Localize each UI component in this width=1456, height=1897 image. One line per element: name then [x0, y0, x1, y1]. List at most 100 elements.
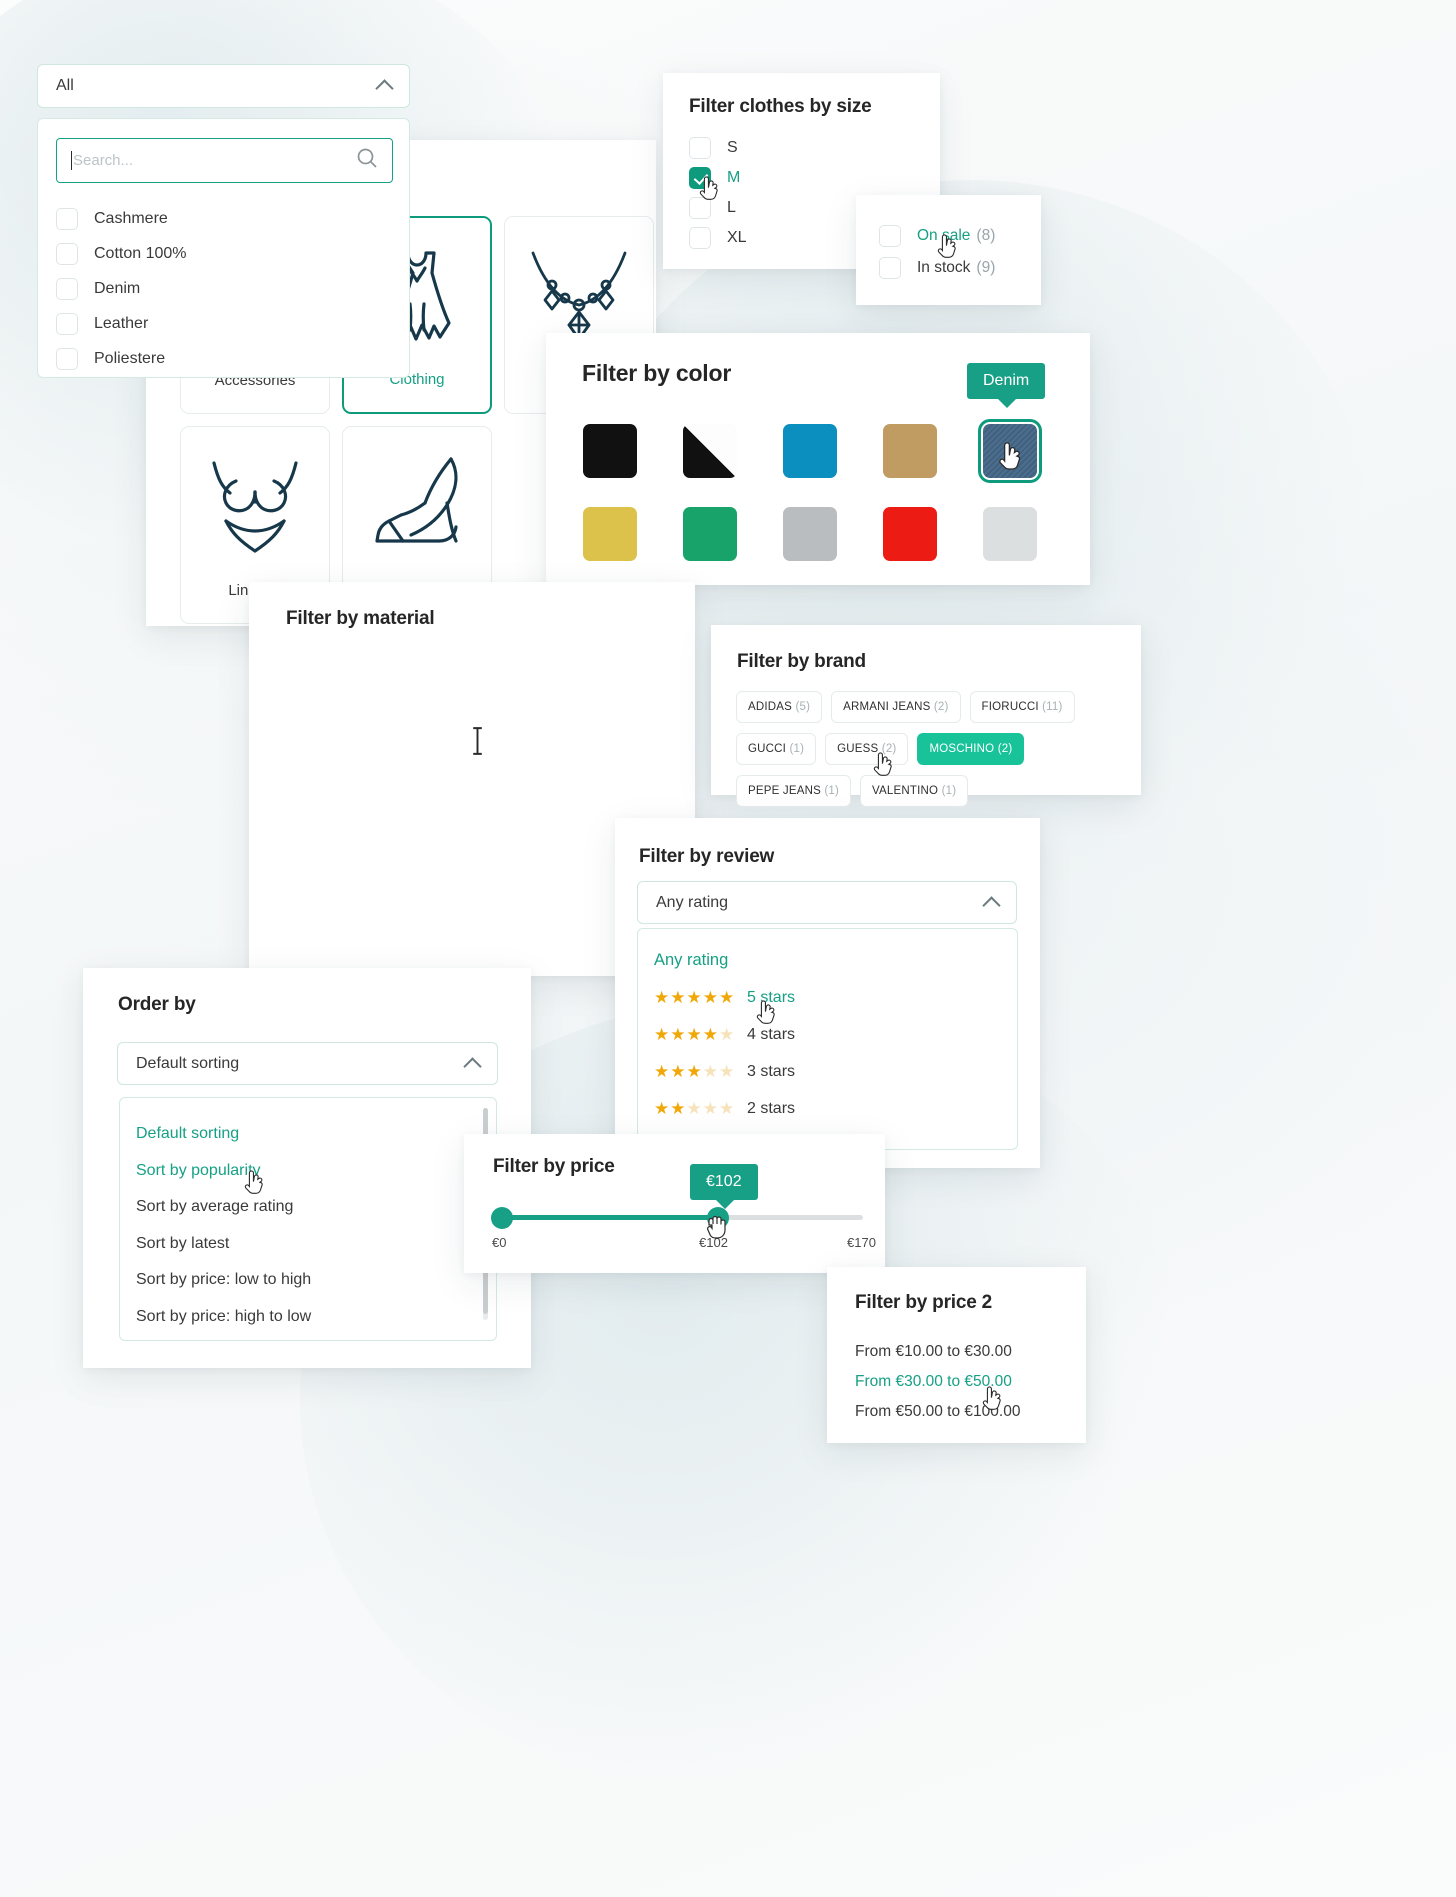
review-option-list: Any rating ★★★★★ 5 stars ★★★★★ 4 stars ★… — [654, 951, 795, 1127]
availability-count: (9) — [976, 259, 996, 276]
checkbox-icon[interactable] — [879, 257, 901, 279]
brand-count: (2) — [997, 743, 1013, 755]
material-option-silk[interactable]: Silk — [56, 376, 187, 377]
order-option-default-sorting[interactable]: Default sorting — [136, 1116, 311, 1153]
brand-chip-adidas[interactable]: ADIDAS (5) — [736, 691, 823, 723]
size-label: M — [727, 169, 741, 186]
order-option-popularity[interactable]: Sort by popularity — [136, 1153, 311, 1190]
color-swatch-grey[interactable] — [783, 507, 837, 561]
star-rating-4-icon: ★★★★★ — [654, 1025, 736, 1044]
material-search-input[interactable]: Search... — [56, 138, 393, 183]
material-option-denim[interactable]: Denim — [56, 271, 187, 306]
checkbox-icon[interactable] — [56, 207, 78, 230]
size-option-m[interactable]: M — [689, 163, 747, 193]
order-dropdown: Default sorting Sort by popularity Sort … — [119, 1097, 497, 1341]
brand-chip-gucci[interactable]: GUCCI (1) — [736, 733, 817, 765]
price2-range-50-100[interactable]: From €50.00 to €100.00 — [855, 1403, 1020, 1433]
star-rating-2-icon: ★★★★★ — [654, 1099, 736, 1118]
brand-count: (1) — [789, 743, 805, 755]
order-option-latest[interactable]: Sort by latest — [136, 1226, 311, 1263]
color-swatch-yellow[interactable] — [583, 507, 637, 561]
material-dropdown: Search... Cashmere Cotton 100% Denim Lea… — [37, 118, 410, 378]
search-icon[interactable] — [356, 147, 378, 174]
review-panel-title: Filter by review — [639, 846, 775, 867]
brand-chip-list: ADIDAS (5) ARMANI JEANS (2) FIORUCCI (11… — [736, 691, 1121, 807]
checkbox-icon[interactable] — [56, 277, 78, 300]
color-swatch-grid — [583, 419, 1042, 590]
brand-count: (5) — [795, 701, 811, 713]
size-option-l[interactable]: L — [689, 193, 747, 223]
color-swatch-green[interactable] — [683, 507, 737, 561]
review-option-any-rating[interactable]: Any rating — [654, 951, 795, 970]
material-option-leather[interactable]: Leather — [56, 306, 187, 341]
checkbox-icon[interactable] — [56, 312, 78, 335]
material-label: Denim — [94, 279, 141, 297]
filters-showcase-canvas: Filter by category Accessories — [0, 0, 1456, 1897]
review-option-3-stars[interactable]: ★★★★★ 3 stars — [654, 1053, 795, 1090]
brand-chip-valentino[interactable]: VALENTINO (1) — [860, 775, 969, 807]
price-slider-max-handle[interactable] — [707, 1206, 729, 1229]
brand-label: PEPE JEANS — [748, 785, 821, 797]
price-slider-min-handle[interactable] — [491, 1206, 513, 1229]
checkbox-icon[interactable] — [879, 225, 901, 247]
review-label: 3 stars — [747, 1062, 796, 1080]
brand-chip-guess[interactable]: GUESS (2) — [825, 733, 909, 765]
color-swatch-row — [583, 507, 1037, 561]
price2-range-30-50[interactable]: From €30.00 to €50.00 — [855, 1373, 1020, 1403]
brand-label: VALENTINO — [872, 785, 939, 797]
order-select[interactable]: Default sorting — [117, 1042, 498, 1085]
color-swatch-camel[interactable] — [883, 424, 937, 478]
material-select[interactable]: All — [37, 64, 410, 108]
availability-label: On sale — [917, 227, 971, 244]
size-option-xl[interactable]: XL — [689, 223, 747, 253]
material-option-cotton[interactable]: Cotton 100% — [56, 236, 187, 271]
color-tooltip: Denim — [967, 363, 1046, 408]
size-label: L — [727, 199, 736, 216]
brand-count: (1) — [941, 785, 957, 797]
review-option-2-stars[interactable]: ★★★★★ 2 stars — [654, 1090, 795, 1127]
order-option-average-rating[interactable]: Sort by average rating — [136, 1189, 311, 1226]
filter-by-price-2-panel: Filter by price 2 From €10.00 to €30.00 … — [827, 1267, 1086, 1443]
brand-chip-armani-jeans[interactable]: ARMANI JEANS (2) — [831, 691, 961, 723]
color-panel-title: Filter by color — [582, 360, 732, 386]
order-option-price-low-to-high[interactable]: Sort by price: low to high — [136, 1262, 311, 1299]
price-current-label: €102 — [699, 1235, 728, 1250]
checkbox-icon[interactable] — [56, 347, 78, 370]
brand-chip-pepe-jeans[interactable]: PEPE JEANS (1) — [736, 775, 852, 807]
material-option-poliestere[interactable]: Poliestere — [56, 341, 187, 376]
checkbox-checked-icon[interactable] — [689, 167, 711, 189]
availability-option-list: On sale (8) In stock (9) — [879, 220, 995, 284]
checkbox-icon[interactable] — [689, 227, 711, 249]
color-swatch-white[interactable] — [983, 507, 1037, 561]
availability-option-in-stock[interactable]: In stock (9) — [879, 252, 995, 284]
review-select[interactable]: Any rating — [637, 881, 1017, 924]
material-option-cashmere[interactable]: Cashmere — [56, 201, 187, 236]
checkbox-icon[interactable] — [689, 137, 711, 159]
color-swatch-denim[interactable] — [978, 419, 1042, 483]
availability-option-on-sale[interactable]: On sale (8) — [879, 220, 995, 252]
size-panel-title: Filter clothes by size — [689, 96, 872, 117]
review-option-5-stars[interactable]: ★★★★★ 5 stars — [654, 979, 795, 1016]
filter-by-brand-panel: Filter by brand ADIDAS (5) ARMANI JEANS … — [711, 625, 1141, 807]
price2-range-10-30[interactable]: From €10.00 to €30.00 — [855, 1343, 1020, 1373]
chevron-up-icon — [463, 1056, 482, 1076]
lingerie-icon — [208, 453, 302, 557]
price-slider-track[interactable] — [491, 1206, 863, 1229]
color-swatch-red[interactable] — [883, 507, 937, 561]
checkbox-icon[interactable] — [56, 242, 78, 265]
color-swatch-black[interactable] — [583, 424, 637, 478]
order-option-price-high-to-low[interactable]: Sort by price: high to low — [136, 1299, 311, 1336]
material-label: Cotton 100% — [94, 244, 187, 262]
availability-label: In stock — [917, 259, 971, 276]
size-option-s[interactable]: S — [689, 133, 747, 163]
brand-panel-title: Filter by brand — [737, 651, 866, 672]
brand-chip-moschino[interactable]: MOSCHINO (2) — [917, 733, 1025, 765]
material-label: Cashmere — [94, 209, 168, 227]
color-swatch-blue[interactable] — [783, 424, 837, 478]
review-option-4-stars[interactable]: ★★★★★ 4 stars — [654, 1016, 795, 1053]
order-selected-value: Default sorting — [136, 1054, 240, 1072]
color-swatch-black-and-white[interactable] — [683, 424, 737, 478]
brand-chip-fiorucci[interactable]: FIORUCCI (11) — [969, 691, 1075, 723]
checkbox-icon[interactable] — [689, 197, 711, 219]
size-label: S — [727, 139, 738, 156]
